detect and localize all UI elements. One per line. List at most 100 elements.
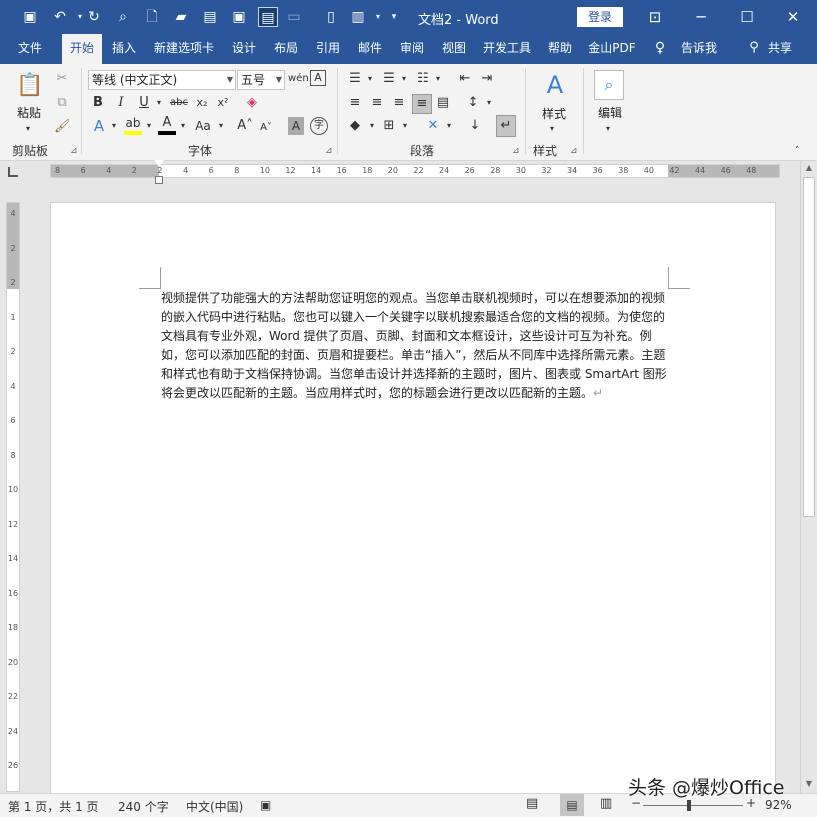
copy-icon[interactable]: ⧉ [54,94,70,112]
tab-kingsoft-pdf[interactable]: 金山PDF [584,34,640,64]
shading-icon[interactable]: ◆ [346,117,364,135]
document-page[interactable]: 视频提供了功能强大的方法帮助您证明您的观点。当您单击联机视频时，可以在想要添加的… [50,202,776,802]
zoom-slider[interactable] [643,805,743,806]
new-document-icon[interactable]: 🗋 [142,7,162,27]
tab-view[interactable]: 视图 [436,34,472,64]
tell-me-button[interactable]: 告诉我 [676,34,722,64]
font-size-combo[interactable]: 五号 ▼ [237,70,285,90]
close-icon[interactable]: ✕ [770,0,816,34]
scrollbar-thumb[interactable] [803,177,815,517]
sort-icon[interactable]: ↓ [466,117,484,135]
ribbon-display-icon[interactable]: ⊡ [632,0,678,34]
decrease-indent-icon[interactable]: ⇤ [456,70,474,88]
clipboard-launcher-icon[interactable]: ⊿ [70,146,78,156]
clear-formatting-icon[interactable]: ◈ [243,94,261,112]
underline-icon[interactable]: U [137,94,151,112]
tab-selector[interactable] [0,161,34,181]
strikethrough-icon[interactable]: abc [168,94,190,112]
align-right-icon[interactable]: ≡ [390,94,408,112]
maximize-icon[interactable]: ☐ [724,0,770,34]
read-mode-icon[interactable]: ▤ [258,7,278,27]
align-left-icon[interactable]: ≡ [346,94,364,112]
multilevel-list-dropdown-icon[interactable]: ▾ [433,70,443,88]
tab-layout[interactable]: 布局 [268,34,304,64]
read-mode-icon[interactable]: ▤ [526,796,538,811]
paste-icon[interactable]: ▥ [348,7,368,27]
numbering-icon[interactable]: ☰ [380,70,398,88]
body-text[interactable]: 视频提供了功能强大的方法帮助您证明您的观点。当您单击联机视频时，可以在想要添加的… [161,291,667,400]
show-marks-icon[interactable]: ↵ [496,115,516,137]
two-pages-icon[interactable]: ▯ [321,7,341,27]
tab-new-tab[interactable]: 新建选项卡 [148,34,220,64]
text-effects-icon[interactable]: A [90,117,108,135]
grow-font-icon[interactable]: A˄ [236,117,254,135]
italic-icon[interactable]: I [114,94,128,112]
open-folder-icon[interactable]: ▰ [171,7,191,27]
phonetic-guide-icon[interactable]: wén [288,70,309,88]
font-name-combo[interactable]: 等线 (中文正文) ▼ [88,70,236,90]
page-count[interactable]: 第 1 页，共 1 页 [8,798,99,815]
styles-dropdown-icon[interactable]: ▾ [550,120,554,138]
zoom-slider-thumb[interactable] [686,800,691,811]
styles-launcher-icon[interactable]: ⊿ [570,146,578,156]
tab-insert[interactable]: 插入 [106,34,142,64]
line-spacing-dropdown-icon[interactable]: ▾ [484,94,494,112]
cut-icon[interactable]: ✂ [54,70,70,88]
character-shading-icon[interactable]: A [288,117,304,135]
undo-icon[interactable]: ↶ [50,7,70,27]
chinese-layout-icon[interactable]: ✕ [424,117,442,135]
print-layout-icon[interactable]: ▤ [560,794,584,816]
highlight-dropdown-icon[interactable]: ▾ [144,117,154,135]
shrink-font-icon[interactable]: A˅ [258,119,274,137]
tab-mailings[interactable]: 邮件 [352,34,388,64]
tab-home[interactable]: 开始 [62,34,102,64]
zoom-level[interactable]: 92% [765,798,792,812]
styles-icon[interactable]: A [540,70,570,100]
justify-icon[interactable]: ≡ [412,94,432,114]
minimize-icon[interactable]: ─ [678,0,724,34]
change-case-dropdown-icon[interactable]: ▾ [216,117,226,135]
web-layout-icon[interactable]: ▥ [600,796,612,811]
enclose-characters-icon[interactable]: 字 [310,117,328,135]
bullets-dropdown-icon[interactable]: ▾ [365,70,375,88]
indent-marker[interactable] [154,160,164,186]
paste-button-label[interactable]: 粘贴 [17,104,41,121]
editing-button-label[interactable]: 编辑 [598,104,622,121]
macro-record-icon[interactable]: ▣ [260,798,271,812]
borders-dropdown-icon[interactable]: ▾ [400,117,410,135]
redo-icon[interactable]: ↻ [84,7,104,27]
language-indicator[interactable]: 中文(中国) [186,798,243,815]
shading-dropdown-icon[interactable]: ▾ [367,117,377,135]
superscript-icon[interactable]: x² [214,94,232,112]
editing-dropdown-icon[interactable]: ▾ [606,120,610,138]
login-button[interactable]: 登录 [577,7,623,27]
scroll-down-icon[interactable]: ▼ [801,777,817,791]
align-center-icon[interactable]: ≡ [368,94,386,112]
vertical-ruler[interactable]: 4 2 2 1 2 4 6 8 10 12 14 16 18 20 22 24 26 [6,202,20,792]
character-border-icon[interactable]: A [310,70,326,86]
search-icon[interactable]: ⌕ [594,70,624,100]
screenshot-icon[interactable]: ▣ [229,7,249,27]
subscript-icon[interactable]: x₂ [193,94,211,112]
borders-icon[interactable]: ⊞ [380,117,398,135]
paste-dropdown-icon[interactable]: ▾ [26,120,30,138]
print-preview-icon[interactable]: ⌕ [113,7,133,27]
tab-file[interactable]: 文件 [8,34,52,64]
underline-dropdown-icon[interactable]: ▾ [154,94,164,112]
distributed-icon[interactable]: ▤ [434,94,452,112]
tab-design[interactable]: 设计 [226,34,262,64]
highlight-icon[interactable]: ab [124,115,142,135]
tab-review[interactable]: 审阅 [394,34,430,64]
change-case-icon[interactable]: Aa [191,117,215,135]
save-icon[interactable]: ▣ [20,7,40,27]
paste-icon[interactable]: 📋 [16,72,44,100]
multilevel-list-icon[interactable]: ☷ [414,70,432,88]
tab-help[interactable]: 帮助 [542,34,578,64]
bold-icon[interactable]: B [91,94,105,112]
paragraph-launcher-icon[interactable]: ⊿ [512,146,520,156]
collapse-ribbon-icon[interactable]: ˄ [795,142,800,160]
font-color-dropdown-icon[interactable]: ▾ [178,117,188,135]
word-count[interactable]: 240 个字 [118,798,169,815]
tab-references[interactable]: 引用 [310,34,346,64]
font-color-icon[interactable]: A [158,115,176,135]
